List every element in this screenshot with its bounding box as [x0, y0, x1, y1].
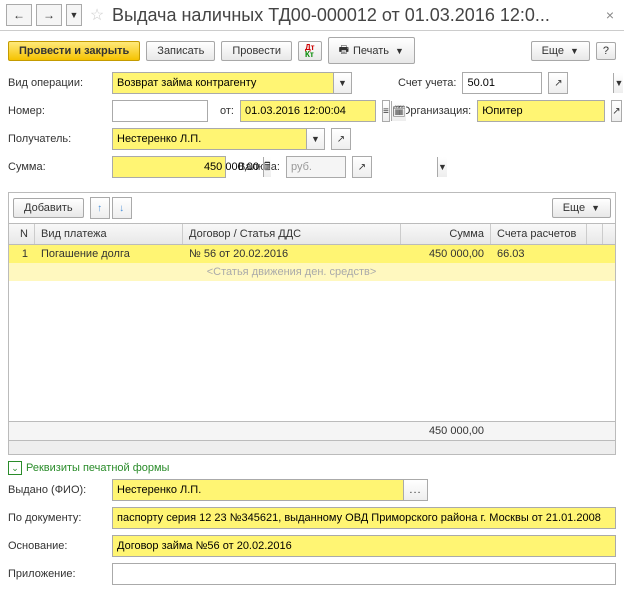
bydoc-input[interactable] [113, 508, 615, 528]
grid-header-account[interactable]: Счета расчетов [491, 224, 587, 244]
calculator-icon[interactable]: 🖩 [263, 157, 271, 177]
org-input[interactable] [478, 101, 624, 121]
save-button[interactable]: Записать [146, 41, 215, 61]
date-input[interactable] [241, 101, 391, 121]
number-field[interactable] [112, 100, 208, 122]
bydoc-label: По документу: [8, 512, 106, 524]
payee-label: Получатель: [8, 133, 106, 145]
account-input[interactable] [463, 73, 613, 93]
calendar-icon[interactable]: 🗓 [391, 101, 406, 121]
grid-more-button[interactable]: Еще ▼ [552, 198, 611, 218]
op-type-field[interactable]: ▼ [112, 72, 352, 94]
print-button[interactable]: 🖶 Печать ▼ [328, 37, 415, 64]
attach-input[interactable] [113, 564, 615, 584]
dds-placeholder[interactable]: <Статья движения ден. средств> [183, 263, 401, 281]
sum-input[interactable] [113, 157, 263, 177]
move-up-button[interactable]: ↑ [90, 197, 110, 219]
cell-type[interactable]: Погашение долга [35, 245, 183, 263]
close-icon[interactable]: × [602, 7, 618, 23]
number-label: Номер: [8, 105, 106, 117]
print-section-toggle[interactable]: ⌄ Реквизиты печатной формы [0, 455, 624, 477]
bydoc-field[interactable] [112, 507, 616, 529]
cell-contract[interactable]: № 56 от 20.02.2016 [183, 245, 401, 263]
payee-open-button[interactable]: ↗ [331, 128, 351, 150]
cell-n[interactable]: 1 [9, 245, 35, 263]
grid-more-label: Еще [563, 202, 585, 214]
print-label: Печать [353, 45, 389, 57]
attach-label: Приложение: [8, 568, 106, 580]
collapse-icon: ⌄ [8, 461, 22, 475]
more-button[interactable]: Еще ▼ [531, 41, 590, 61]
post-and-close-button[interactable]: Провести и закрыть [8, 41, 140, 61]
payee-dropdown[interactable]: ▼ [306, 129, 324, 149]
nav-history-dropdown[interactable]: ▼ [66, 4, 82, 26]
issued-label: Выдано (ФИО): [8, 484, 106, 496]
dtkt-button[interactable]: ДтКт [298, 41, 322, 61]
more-label: Еще [542, 45, 564, 57]
currency-dropdown[interactable]: ▼ [437, 157, 447, 177]
account-dropdown[interactable]: ▼ [613, 73, 623, 93]
issued-input[interactable] [113, 480, 403, 500]
currency-field[interactable]: ▼ [286, 156, 346, 178]
payee-field[interactable]: ▼ [112, 128, 325, 150]
op-type-label: Вид операции: [8, 77, 106, 89]
basis-input[interactable] [113, 536, 615, 556]
payee-input[interactable] [113, 129, 306, 149]
chevron-down-icon: ▼ [395, 46, 404, 56]
footer-sum: 450 000,00 [401, 422, 491, 440]
org-label: Организация: [402, 105, 471, 117]
dtkt-icon: ДтКт [305, 44, 315, 58]
issued-select-button[interactable]: ... [403, 480, 427, 500]
grid-horizontal-scrollbar[interactable] [9, 440, 615, 454]
print-section-label: Реквизиты печатной формы [26, 462, 169, 474]
favorite-star-icon[interactable]: ☆ [86, 4, 108, 26]
basis-field[interactable] [112, 535, 616, 557]
op-type-input[interactable] [113, 73, 333, 93]
org-field[interactable]: ▼ [477, 100, 605, 122]
add-row-button[interactable]: Добавить [13, 198, 84, 218]
nav-back-button[interactable]: ← [6, 4, 32, 26]
date-field[interactable]: 🗓 [240, 100, 376, 122]
sum-label: Сумма: [8, 161, 106, 173]
sum-field[interactable]: 🖩 [112, 156, 226, 178]
print-icon: 🖶 [339, 41, 349, 60]
help-button[interactable]: ? [596, 42, 616, 60]
cell-account[interactable]: 66.03 [491, 245, 587, 263]
chevron-down-icon: ▼ [591, 203, 600, 213]
account-field[interactable]: ▼ [462, 72, 542, 94]
move-down-button[interactable]: ↓ [112, 197, 132, 219]
grid-header-n[interactable]: N [9, 224, 35, 244]
grid-header-sum[interactable]: Сумма [401, 224, 491, 244]
payments-grid: Добавить ↑ ↓ Еще ▼ N Вид платежа Договор… [8, 192, 616, 455]
table-row-placeholder[interactable]: <Статья движения ден. средств> [9, 263, 615, 281]
nav-forward-button[interactable]: → [36, 4, 62, 26]
page-title: Выдача наличных ТД00-000012 от 01.03.201… [112, 5, 598, 26]
issued-field[interactable]: ... [112, 479, 428, 501]
chevron-down-icon: ▼ [570, 46, 579, 56]
grid-scroll-gutter [587, 224, 603, 244]
grid-header-contract[interactable]: Договор / Статья ДДС [183, 224, 401, 244]
attach-field[interactable] [112, 563, 616, 585]
post-button[interactable]: Провести [221, 41, 292, 61]
grid-header-type[interactable]: Вид платежа [35, 224, 183, 244]
basis-label: Основание: [8, 540, 106, 552]
account-label: Счет учета: [398, 77, 456, 89]
table-row[interactable]: 1 Погашение долга № 56 от 20.02.2016 450… [9, 245, 615, 263]
currency-input[interactable] [287, 157, 437, 177]
op-type-dropdown[interactable]: ▼ [333, 73, 351, 93]
cell-sum[interactable]: 450 000,00 [401, 245, 491, 263]
